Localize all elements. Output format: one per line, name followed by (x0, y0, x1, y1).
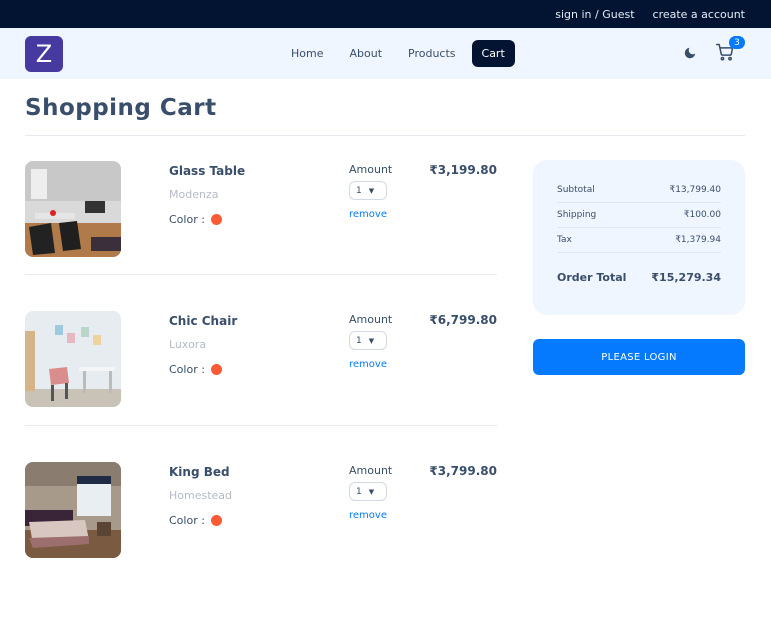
chevron-down-icon: ▼ (368, 487, 375, 496)
nav-link-about[interactable]: About (339, 40, 392, 67)
order-total-value: ₹15,279.34 (651, 271, 721, 284)
cart-count-badge: 3 (729, 36, 745, 49)
divider (25, 425, 497, 426)
amount-value: 1 (356, 486, 362, 497)
amount-label: Amount (349, 313, 393, 326)
page-title: Shopping Cart (25, 95, 217, 121)
product-company: Luxora (169, 338, 207, 351)
moon-icon[interactable] (679, 42, 701, 64)
product-name: King Bed (169, 465, 230, 479)
amount-value: 1 (356, 335, 362, 346)
product-color: Color : (169, 213, 222, 226)
product-price: ₹3,199.80 (429, 163, 497, 177)
product-color: Color : (169, 363, 222, 376)
nav-actions: 3 (679, 36, 745, 64)
cart-item: Chic Chair Luxora Color : Amount 1 ▼ rem… (25, 311, 497, 407)
cart-item: King Bed Homestead Color : Amount 1 ▼ re… (25, 462, 497, 558)
subtotal-value: ₹13,799.40 (669, 185, 721, 195)
shipping-row: Shipping ₹100.00 (557, 203, 721, 228)
subtotal-row: Subtotal ₹13,799.40 (557, 178, 721, 203)
color-label: Color : (169, 213, 205, 226)
order-total-label: Order Total (557, 271, 627, 284)
shipping-label: Shipping (557, 210, 597, 220)
chevron-down-icon: ▼ (368, 336, 375, 345)
shipping-value: ₹100.00 (683, 210, 721, 220)
tax-value: ₹1,379.94 (675, 235, 721, 245)
nav-link-products[interactable]: Products (398, 40, 466, 67)
chevron-down-icon: ▼ (368, 186, 375, 195)
tax-row: Tax ₹1,379.94 (557, 228, 721, 253)
amount-select[interactable]: 1 ▼ (349, 482, 387, 501)
color-label: Color : (169, 363, 205, 376)
logo[interactable]: Z (25, 35, 63, 72)
product-name: Chic Chair (169, 314, 238, 328)
product-company: Modenza (169, 188, 219, 201)
product-name: Glass Table (169, 164, 246, 178)
divider (25, 135, 745, 136)
navbar: Z Home About Products Cart 3 (0, 28, 771, 79)
order-total-row: Order Total ₹15,279.34 (557, 271, 721, 284)
nav-link-cart[interactable]: Cart (471, 40, 515, 67)
product-company: Homestead (169, 489, 233, 502)
cart-icon[interactable]: 3 (715, 36, 745, 64)
nav-links: Home About Products Cart (281, 40, 515, 67)
remove-link[interactable]: remove (349, 359, 387, 370)
product-color: Color : (169, 514, 222, 527)
amount-select[interactable]: 1 ▼ (349, 181, 387, 200)
color-swatch (210, 515, 222, 526)
remove-link[interactable]: remove (349, 510, 387, 521)
create-account-link[interactable]: create a account (653, 8, 745, 21)
amount-label: Amount (349, 464, 393, 477)
top-bar: sign in / Guest create a account (0, 0, 771, 28)
color-label: Color : (169, 514, 205, 527)
please-login-button[interactable]: PLEASE LOGIN (533, 339, 745, 375)
cart-totals: Subtotal ₹13,799.40 Shipping ₹100.00 Tax… (533, 160, 745, 315)
amount-value: 1 (356, 185, 362, 196)
amount-label: Amount (349, 163, 393, 176)
sign-in-link[interactable]: sign in / Guest (555, 8, 634, 21)
product-price: ₹3,799.80 (429, 464, 497, 478)
remove-link[interactable]: remove (349, 209, 387, 220)
nav-link-home[interactable]: Home (281, 40, 333, 67)
product-image (25, 311, 121, 407)
tax-label: Tax (557, 235, 572, 245)
cart-item: Glass Table Modenza Color : Amount 1 ▼ r… (25, 161, 497, 257)
divider (25, 274, 497, 275)
subtotal-label: Subtotal (557, 185, 595, 195)
amount-select[interactable]: 1 ▼ (349, 331, 387, 350)
color-swatch (210, 364, 222, 375)
product-price: ₹6,799.80 (429, 313, 497, 327)
product-image (25, 161, 121, 257)
color-swatch (210, 214, 222, 225)
product-image (25, 462, 121, 558)
